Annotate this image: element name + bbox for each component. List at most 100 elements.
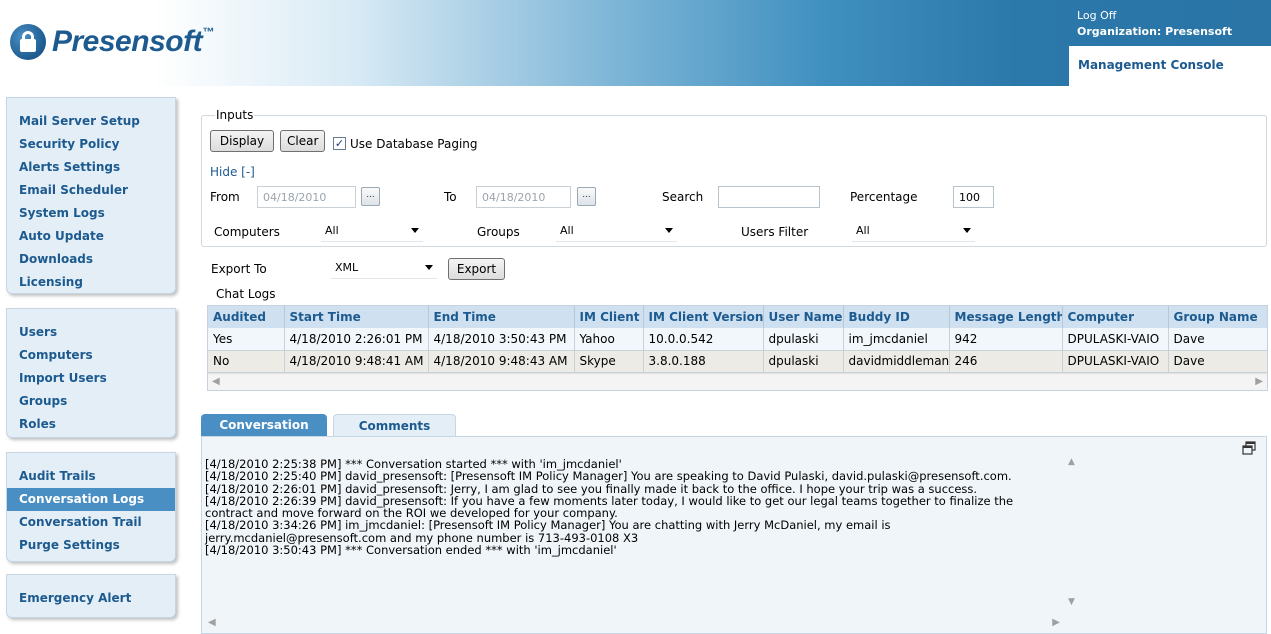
use-db-paging-label: Use Database Paging [350, 137, 478, 151]
table-row[interactable]: Yes 4/18/2010 2:26:01 PM 4/18/2010 3:50:… [208, 328, 1267, 351]
scroll-down-icon[interactable]: ▼ [1068, 597, 1075, 607]
sidebar-item-conversation-logs[interactable]: Conversation Logs [7, 488, 175, 511]
display-button[interactable]: Display [210, 130, 274, 152]
chat-logs-legend: Chat Logs [215, 287, 277, 301]
cell-start-time: 4/18/2010 9:48:41 AM [284, 350, 429, 373]
sidebar-item-users[interactable]: Users [7, 321, 175, 344]
column-header-audited[interactable]: Audited [208, 306, 285, 328]
column-header-buddy-id[interactable]: Buddy ID [843, 306, 950, 328]
clear-button[interactable]: Clear [280, 130, 325, 152]
from-date-picker-button[interactable]: ... [361, 187, 380, 206]
column-header-group-name[interactable]: Group Name [1168, 306, 1267, 328]
conversation-line: [4/18/2010 2:25:40 PM] david_presensoft:… [205, 469, 1012, 484]
cell-im-client-version: 3.8.0.188 [643, 350, 764, 373]
conversation-horizontal-scrollbar[interactable]: ◀ ▶ [202, 617, 1066, 631]
cell-message-length: 942 [949, 328, 1063, 351]
sidebar-item-licensing[interactable]: Licensing [7, 271, 175, 294]
column-header-user-name[interactable]: User Name [763, 306, 844, 328]
percentage-input[interactable] [953, 186, 994, 208]
cell-group-name: Dave [1168, 328, 1267, 351]
grid-header-row: Audited Start Time End Time IM Client IM… [208, 306, 1267, 328]
logoff-link[interactable]: Log Off [1077, 9, 1116, 22]
sidebar-item-import-users[interactable]: Import Users [7, 367, 175, 390]
export-format-select[interactable]: XML [331, 258, 437, 279]
column-header-im-client-version[interactable]: IM Client Version [643, 306, 764, 328]
hide-link[interactable]: Hide [-] [210, 165, 255, 179]
sidebar-item-email-scheduler[interactable]: Email Scheduler [7, 179, 175, 202]
cell-im-client: Yahoo [574, 328, 644, 351]
restore-window-icon[interactable] [1242, 441, 1256, 455]
cell-start-time: 4/18/2010 2:26:01 PM [284, 328, 429, 351]
column-header-computer[interactable]: Computer [1062, 306, 1169, 328]
sidebar-panel-emergency: Emergency Alert [6, 574, 176, 618]
check-icon: ✓ [334, 137, 345, 150]
cell-computer: DPULASKI-VAIO [1062, 328, 1169, 351]
from-label: From [210, 190, 240, 204]
scroll-left-icon[interactable]: ◀ [212, 376, 220, 387]
conversation-line: [4/18/2010 3:34:26 PM] im_jmcdaniel: [Pr… [205, 518, 891, 533]
conversation-panel: [4/18/2010 2:25:38 PM] *** Conversation … [201, 436, 1267, 634]
column-header-end-time[interactable]: End Time [428, 306, 575, 328]
scroll-right-icon[interactable]: ▶ [1052, 617, 1060, 628]
computers-label: Computers [214, 225, 280, 239]
logo-text: Presensoft™ [52, 25, 214, 58]
sidebar-item-emergency-alert[interactable]: Emergency Alert [7, 587, 175, 610]
logo: Presensoft™ [10, 20, 214, 64]
to-date-input[interactable] [476, 186, 571, 208]
chevron-down-icon [425, 265, 433, 270]
cell-buddy-id: davidmiddleman [843, 350, 950, 373]
organization-label: Organization: Presensoft [1077, 25, 1233, 38]
export-button[interactable]: Export [448, 258, 505, 280]
percentage-label: Percentage [850, 190, 918, 204]
users-filter-select[interactable]: All [852, 221, 975, 242]
scroll-left-icon[interactable]: ◀ [208, 617, 216, 628]
cell-computer: DPULASKI-VAIO [1062, 350, 1169, 373]
sidebar-item-auto-update[interactable]: Auto Update [7, 225, 175, 248]
sidebar-item-computers[interactable]: Computers [7, 344, 175, 367]
cell-end-time: 4/18/2010 9:48:43 AM [428, 350, 575, 373]
users-filter-label: Users Filter [741, 225, 809, 239]
conversation-text: [4/18/2010 2:25:38 PM] *** Conversation … [205, 458, 1065, 558]
cell-im-client-version: 10.0.0.542 [643, 328, 764, 351]
tab-management-console[interactable]: Management Console [1069, 46, 1271, 86]
grid-horizontal-scrollbar[interactable]: ◀ ▶ [208, 373, 1267, 390]
cell-user-name: dpulaski [763, 350, 844, 373]
groups-label: Groups [477, 225, 520, 239]
cell-end-time: 4/18/2010 3:50:43 PM [428, 328, 575, 351]
to-date-picker-button[interactable]: ... [577, 187, 596, 206]
computers-select[interactable]: All [321, 221, 423, 242]
sidebar-item-mail-server-setup[interactable]: Mail Server Setup [7, 110, 175, 133]
search-input[interactable] [718, 186, 820, 208]
search-label: Search [662, 190, 704, 204]
tab-comments[interactable]: Comments [333, 414, 456, 436]
scroll-right-icon[interactable]: ▶ [1255, 376, 1263, 387]
to-label: To [444, 190, 457, 204]
lock-icon [10, 24, 46, 60]
conversation-line: [4/18/2010 3:50:43 PM] *** Conversation … [205, 543, 617, 558]
sidebar-item-groups[interactable]: Groups [7, 390, 175, 413]
chevron-down-icon [411, 228, 419, 233]
sidebar-item-downloads[interactable]: Downloads [7, 248, 175, 271]
cell-buddy-id: im_jmcdaniel [843, 328, 950, 351]
sidebar-item-conversation-trail[interactable]: Conversation Trail [7, 511, 175, 534]
sidebar-item-security-policy[interactable]: Security Policy [7, 133, 175, 156]
chat-logs-grid: Audited Start Time End Time IM Client IM… [207, 305, 1268, 391]
column-header-im-client[interactable]: IM Client [574, 306, 644, 328]
tab-conversation[interactable]: Conversation [201, 414, 327, 436]
groups-select[interactable]: All [556, 221, 677, 242]
cell-audited: No [208, 350, 285, 373]
sidebar-panel-audit: Audit Trails Conversation Logs Conversat… [6, 452, 176, 562]
scroll-up-icon[interactable]: ▲ [1068, 457, 1075, 467]
sidebar-item-audit-trails[interactable]: Audit Trails [7, 465, 175, 488]
sidebar-panel-users: Users Computers Import Users Groups Role… [6, 308, 176, 438]
table-row[interactable]: No 4/18/2010 9:48:41 AM 4/18/2010 9:48:4… [208, 350, 1267, 373]
column-header-start-time[interactable]: Start Time [284, 306, 429, 328]
column-header-message-length[interactable]: Message Length [949, 306, 1063, 328]
from-date-input[interactable] [257, 186, 356, 208]
use-db-paging-checkbox[interactable]: ✓ [333, 137, 346, 150]
sidebar-item-system-logs[interactable]: System Logs [7, 202, 175, 225]
sidebar-item-alerts-settings[interactable]: Alerts Settings [7, 156, 175, 179]
cell-audited: Yes [208, 328, 285, 351]
sidebar-item-roles[interactable]: Roles [7, 413, 175, 436]
sidebar-item-purge-settings[interactable]: Purge Settings [7, 534, 175, 557]
